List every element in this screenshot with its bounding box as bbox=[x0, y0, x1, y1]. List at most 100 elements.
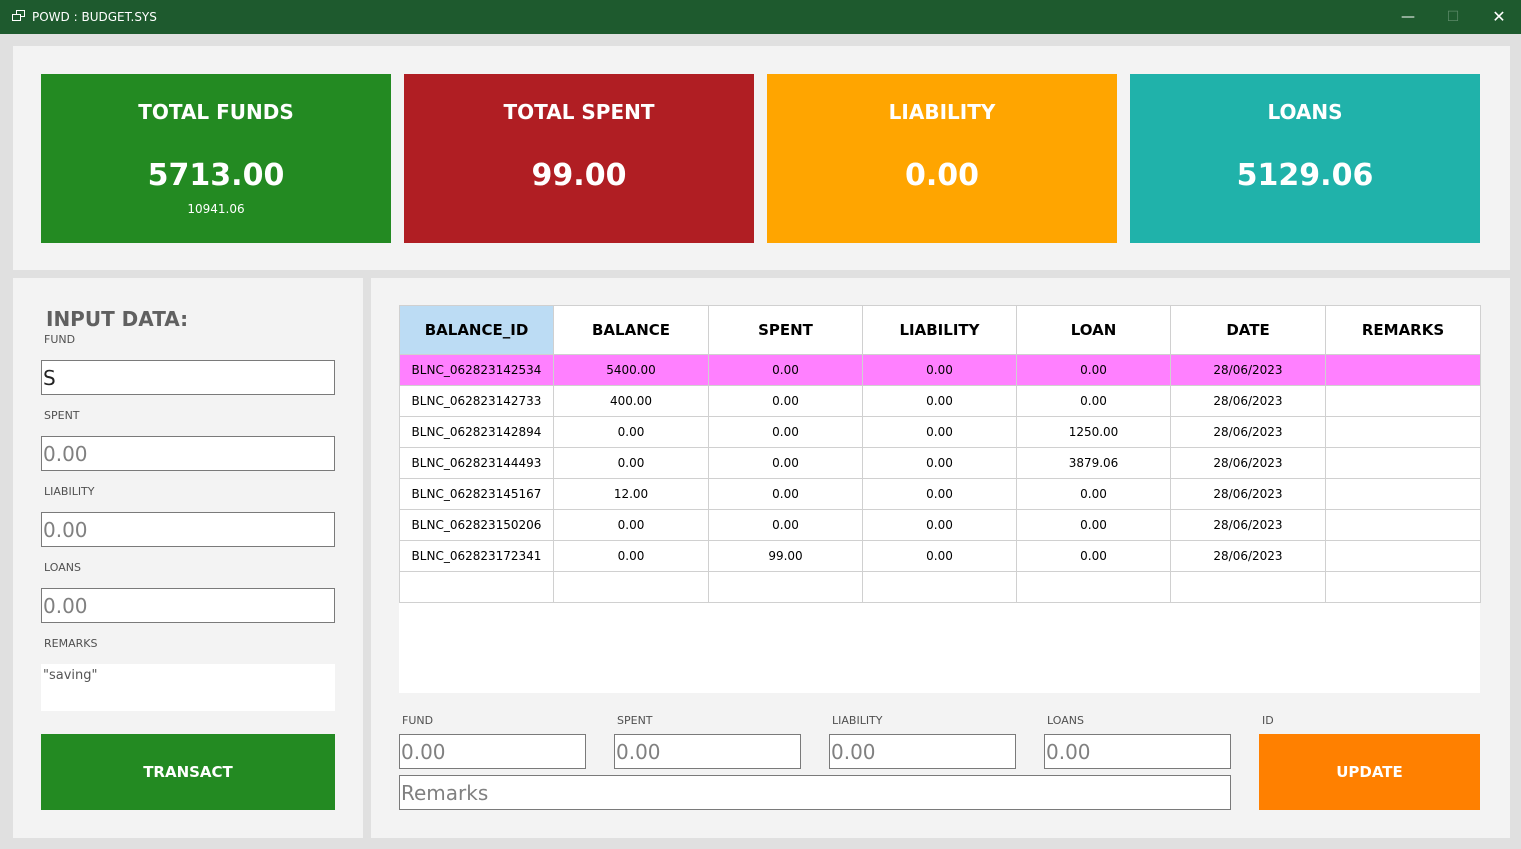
table-row[interactable]: BLNC_062823150206 0.00 0.00 0.00 0.00 28… bbox=[399, 509, 1481, 541]
cell-loan[interactable]: 0.00 bbox=[1016, 540, 1171, 572]
fund-input[interactable] bbox=[41, 360, 335, 395]
total-funds-card: TOTAL FUNDS 5713.00 10941.06 bbox=[41, 74, 391, 243]
column-header-balance[interactable]: BALANCE bbox=[553, 305, 709, 355]
cell-spent[interactable]: 99.00 bbox=[708, 540, 863, 572]
cell-balance-id[interactable]: BLNC_062823144493 bbox=[399, 447, 554, 479]
cell-liability[interactable]: 0.00 bbox=[862, 478, 1017, 510]
table-row[interactable]: BLNC_062823142733 400.00 0.00 0.00 0.00 … bbox=[399, 385, 1481, 417]
table-row[interactable]: BLNC_062823142894 0.00 0.00 0.00 1250.00… bbox=[399, 416, 1481, 448]
cell-balance-id[interactable]: BLNC_062823142534 bbox=[399, 354, 554, 386]
cell-loan[interactable]: 0.00 bbox=[1016, 509, 1171, 541]
column-header-date[interactable]: DATE bbox=[1170, 305, 1326, 355]
balance-table: BALANCE_ID BALANCE SPENT LIABILITY LOAN … bbox=[399, 305, 1481, 603]
cell-balance-id[interactable]: BLNC_062823142733 bbox=[399, 385, 554, 417]
cell-spent[interactable]: 0.00 bbox=[708, 478, 863, 510]
cell-liability[interactable] bbox=[862, 571, 1017, 603]
update-spent-input[interactable] bbox=[614, 734, 801, 769]
spent-input[interactable] bbox=[41, 436, 335, 471]
maximize-icon[interactable]: ☐ bbox=[1441, 6, 1465, 28]
cell-remarks[interactable] bbox=[1325, 540, 1481, 572]
table-row[interactable]: BLNC_062823142534 5400.00 0.00 0.00 0.00… bbox=[399, 354, 1481, 386]
cell-date[interactable]: 28/06/2023 bbox=[1170, 447, 1326, 479]
update-liability-input[interactable] bbox=[829, 734, 1016, 769]
cell-date[interactable]: 28/06/2023 bbox=[1170, 354, 1326, 386]
cell-balance-id[interactable]: BLNC_062823145167 bbox=[399, 478, 554, 510]
card-title: TOTAL FUNDS bbox=[138, 100, 294, 124]
loans-label: LOANS bbox=[44, 561, 81, 574]
cell-loan[interactable]: 0.00 bbox=[1016, 385, 1171, 417]
column-header-spent[interactable]: SPENT bbox=[708, 305, 863, 355]
cell-remarks[interactable] bbox=[1325, 416, 1481, 448]
update-fund-input[interactable] bbox=[399, 734, 586, 769]
cell-balance-id[interactable] bbox=[399, 571, 554, 603]
cell-liability[interactable]: 0.00 bbox=[862, 540, 1017, 572]
liability-input[interactable] bbox=[41, 512, 335, 547]
table-row[interactable]: BLNC_062823145167 12.00 0.00 0.00 0.00 2… bbox=[399, 478, 1481, 510]
table-row[interactable]: BLNC_062823144493 0.00 0.00 0.00 3879.06… bbox=[399, 447, 1481, 479]
update-remarks-input[interactable] bbox=[399, 775, 1231, 810]
cell-spent[interactable]: 0.00 bbox=[708, 354, 863, 386]
update-button[interactable]: UPDATE bbox=[1259, 734, 1480, 810]
update-liability-label: LIABILITY bbox=[832, 714, 883, 727]
cell-balance[interactable]: 0.00 bbox=[553, 447, 709, 479]
cell-balance[interactable]: 0.00 bbox=[553, 509, 709, 541]
fund-label: FUND bbox=[44, 333, 76, 346]
column-header-remarks[interactable]: REMARKS bbox=[1325, 305, 1481, 355]
title-bar: POWD : BUDGET.SYS — ☐ ✕ bbox=[0, 0, 1521, 34]
cell-remarks[interactable] bbox=[1325, 447, 1481, 479]
transact-button[interactable]: TRANSACT bbox=[41, 734, 335, 810]
cell-spent[interactable] bbox=[708, 571, 863, 603]
cell-spent[interactable]: 0.00 bbox=[708, 385, 863, 417]
cell-loan[interactable]: 0.00 bbox=[1016, 478, 1171, 510]
cell-spent[interactable]: 0.00 bbox=[708, 509, 863, 541]
cell-date[interactable]: 28/06/2023 bbox=[1170, 478, 1326, 510]
close-icon[interactable]: ✕ bbox=[1487, 6, 1511, 28]
cell-remarks[interactable] bbox=[1325, 354, 1481, 386]
cell-loan[interactable]: 3879.06 bbox=[1016, 447, 1171, 479]
remarks-label: REMARKS bbox=[44, 637, 98, 650]
cell-liability[interactable]: 0.00 bbox=[862, 416, 1017, 448]
cell-spent[interactable]: 0.00 bbox=[708, 416, 863, 448]
card-value: 99.00 bbox=[531, 158, 627, 193]
loans-card: LOANS 5129.06 bbox=[1130, 74, 1480, 243]
cell-balance[interactable]: 12.00 bbox=[553, 478, 709, 510]
cell-date[interactable]: 28/06/2023 bbox=[1170, 509, 1326, 541]
cell-date[interactable]: 28/06/2023 bbox=[1170, 540, 1326, 572]
cell-balance-id[interactable]: BLNC_062823150206 bbox=[399, 509, 554, 541]
table-new-row[interactable] bbox=[399, 571, 1481, 603]
column-header-loan[interactable]: LOAN bbox=[1016, 305, 1171, 355]
balance-grid[interactable]: BALANCE_ID BALANCE SPENT LIABILITY LOAN … bbox=[399, 305, 1481, 693]
cell-spent[interactable]: 0.00 bbox=[708, 447, 863, 479]
cell-date[interactable] bbox=[1170, 571, 1326, 603]
cell-loan[interactable]: 1250.00 bbox=[1016, 416, 1171, 448]
cell-loan[interactable]: 0.00 bbox=[1016, 354, 1171, 386]
table-row[interactable]: BLNC_062823172341 0.00 99.00 0.00 0.00 2… bbox=[399, 540, 1481, 572]
update-id-label: ID bbox=[1262, 714, 1274, 727]
update-loans-label: LOANS bbox=[1047, 714, 1084, 727]
cell-liability[interactable]: 0.00 bbox=[862, 509, 1017, 541]
remarks-input[interactable]: "saving" bbox=[41, 664, 335, 711]
cell-date[interactable]: 28/06/2023 bbox=[1170, 385, 1326, 417]
cell-balance[interactable]: 0.00 bbox=[553, 540, 709, 572]
update-loans-input[interactable] bbox=[1044, 734, 1231, 769]
minimize-icon[interactable]: — bbox=[1396, 6, 1420, 28]
cell-date[interactable]: 28/06/2023 bbox=[1170, 416, 1326, 448]
card-value: 5129.06 bbox=[1236, 158, 1374, 193]
cell-remarks[interactable] bbox=[1325, 385, 1481, 417]
cell-loan[interactable] bbox=[1016, 571, 1171, 603]
column-header-liability[interactable]: LIABILITY bbox=[862, 305, 1017, 355]
cell-balance[interactable]: 5400.00 bbox=[553, 354, 709, 386]
cell-liability[interactable]: 0.00 bbox=[862, 354, 1017, 386]
cell-balance[interactable] bbox=[553, 571, 709, 603]
cell-remarks[interactable] bbox=[1325, 509, 1481, 541]
cell-balance[interactable]: 0.00 bbox=[553, 416, 709, 448]
cell-liability[interactable]: 0.00 bbox=[862, 447, 1017, 479]
loans-input[interactable] bbox=[41, 588, 335, 623]
cell-liability[interactable]: 0.00 bbox=[862, 385, 1017, 417]
cell-remarks[interactable] bbox=[1325, 478, 1481, 510]
cell-balance-id[interactable]: BLNC_062823172341 bbox=[399, 540, 554, 572]
cell-balance[interactable]: 400.00 bbox=[553, 385, 709, 417]
column-header-balance-id[interactable]: BALANCE_ID bbox=[399, 305, 554, 355]
cell-balance-id[interactable]: BLNC_062823142894 bbox=[399, 416, 554, 448]
cell-remarks[interactable] bbox=[1325, 571, 1481, 603]
